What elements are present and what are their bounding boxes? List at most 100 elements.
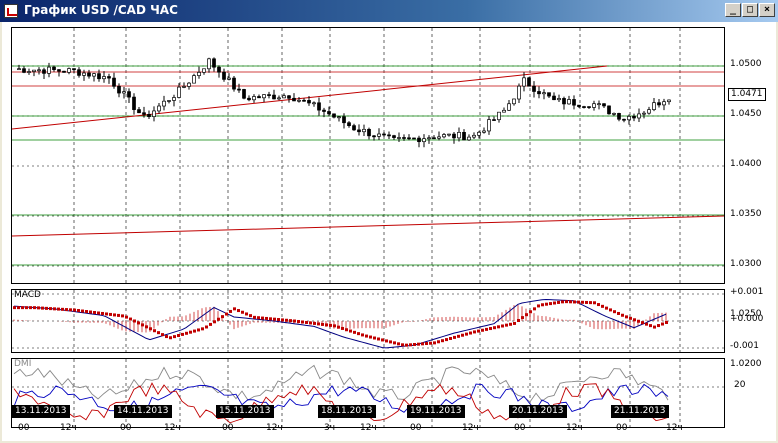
- macd-signal-point: [329, 323, 332, 327]
- macd-signal-point: [553, 301, 556, 305]
- macd-signal-point: [597, 303, 600, 307]
- candle-body: [137, 109, 141, 114]
- candle-body: [342, 116, 346, 124]
- candle-body: [602, 103, 606, 107]
- macd-signal-point: [161, 333, 164, 337]
- macd-signal-point: [649, 324, 652, 328]
- candle-body: [542, 92, 546, 95]
- macd-signal-point: [541, 303, 544, 307]
- macd-signal-point: [465, 332, 468, 336]
- date-label: 13.11.2013: [12, 405, 70, 418]
- hour-label: 00: [410, 423, 422, 433]
- macd-signal-point: [617, 311, 620, 315]
- candle-body: [637, 113, 641, 119]
- macd-signal-point: [201, 327, 204, 331]
- candle-body: [467, 136, 471, 141]
- macd-axis-label: -0.001: [730, 341, 760, 351]
- macd-signal-point: [573, 300, 576, 304]
- maximize-button[interactable]: □: [742, 3, 758, 17]
- macd-signal-point: [261, 316, 264, 320]
- price-axis-label: 1.0350: [730, 209, 762, 219]
- candle-body: [142, 112, 146, 115]
- macd-signal-point: [505, 323, 508, 327]
- title-bar[interactable]: График USD /CAD ЧАС _ □ ×: [0, 0, 778, 22]
- macd-signal-point: [585, 300, 588, 304]
- candle-body: [132, 96, 136, 110]
- candle-body: [262, 94, 266, 99]
- macd-signal-point: [289, 319, 292, 323]
- macd-signal-point: [457, 334, 460, 338]
- macd-signal-point: [517, 319, 520, 323]
- candle-body: [522, 77, 526, 87]
- candle-body: [22, 68, 26, 73]
- candle-body: [47, 66, 51, 74]
- price-axis-label: 1.0300: [730, 259, 762, 269]
- candle-body: [212, 58, 216, 68]
- candle-body: [492, 119, 496, 121]
- date-label: 20.11.2013: [509, 405, 567, 418]
- macd-signal-point: [461, 333, 464, 337]
- hour-label: 00: [222, 423, 234, 433]
- candle-body: [452, 133, 456, 139]
- macd-signal-point: [269, 317, 272, 321]
- candle-body: [312, 102, 316, 105]
- macd-signal-point: [137, 321, 140, 325]
- chart-window: График USD /CAD ЧАС _ □ × 1.0500 1.0450 1.…: [0, 0, 778, 443]
- macd-signal-point: [441, 339, 444, 343]
- candle-body: [647, 109, 651, 114]
- macd-signal-point: [469, 331, 472, 335]
- macd-signal-point: [593, 301, 596, 305]
- candle-body: [232, 77, 236, 90]
- macd-signal-point: [657, 324, 660, 328]
- macd-signal-point: [113, 313, 116, 317]
- macd-signal-point: [189, 330, 192, 334]
- minimize-button[interactable]: _: [725, 3, 741, 17]
- candle-body: [37, 69, 41, 72]
- candle-body: [497, 111, 501, 121]
- candle-body: [102, 76, 106, 80]
- candle-body: [407, 137, 411, 140]
- candle-body: [272, 94, 276, 100]
- macd-signal-point: [477, 329, 480, 333]
- price-axis-label: 1.0500: [730, 59, 762, 69]
- macd-signal-point: [633, 318, 636, 322]
- macd-signal-point: [393, 341, 396, 345]
- hour-label: 00: [616, 423, 628, 433]
- candle-body: [147, 114, 151, 117]
- candle-body: [392, 135, 396, 138]
- candle-body: [127, 91, 131, 98]
- hour-label: 12ч: [164, 423, 181, 433]
- candle-body: [267, 94, 271, 96]
- macd-signal-point: [133, 319, 136, 323]
- close-button[interactable]: ×: [759, 3, 775, 17]
- candle-body: [172, 97, 176, 101]
- macd-signal-point: [173, 335, 176, 339]
- candle-body: [297, 99, 301, 102]
- macd-signal-point: [401, 343, 404, 347]
- macd-signal-point: [109, 312, 112, 316]
- candle-body: [417, 137, 421, 143]
- macd-signal-point: [445, 338, 448, 342]
- macd-pane[interactable]: MACD: [11, 289, 725, 353]
- candle-body: [52, 66, 56, 70]
- candle-body: [572, 99, 576, 106]
- macd-signal-point: [249, 314, 252, 318]
- candle-body: [302, 99, 306, 102]
- candle-body: [337, 116, 341, 119]
- macd-signal-point: [177, 334, 180, 338]
- macd-signal-point: [129, 317, 132, 321]
- candle-body: [447, 133, 451, 136]
- macd-signal-point: [277, 318, 280, 322]
- dmi-axis-label: 20: [734, 380, 746, 390]
- price-pane[interactable]: [11, 27, 725, 284]
- macd-signal-point: [181, 332, 184, 336]
- macd-chart: [12, 290, 724, 352]
- hour-label: 12ч: [462, 423, 479, 433]
- chart-client-area: 1.0500 1.0450 1.0400 1.0350 1.0300 1.0250 1.02…: [2, 22, 776, 441]
- macd-signal-point: [209, 322, 212, 326]
- macd-signal-point: [57, 307, 60, 311]
- candle-body: [617, 113, 621, 120]
- price-chart: [12, 28, 724, 283]
- macd-signal-point: [509, 322, 512, 326]
- macd-line: [13, 298, 667, 349]
